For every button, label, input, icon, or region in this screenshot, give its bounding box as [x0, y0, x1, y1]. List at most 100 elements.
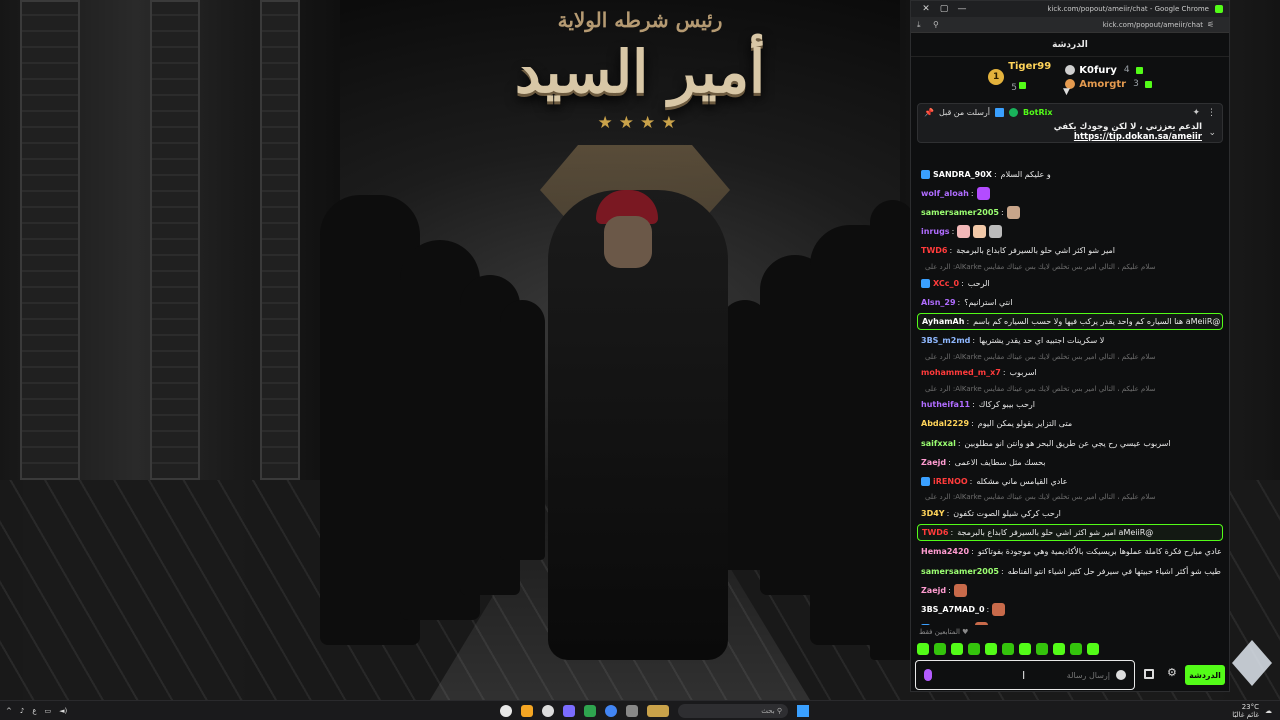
username[interactable]: Zaejd	[921, 586, 946, 595]
username[interactable]: 3D4Y	[921, 509, 945, 518]
emote-icon[interactable]	[951, 643, 963, 655]
username[interactable]: samersamer2005	[921, 208, 999, 217]
username[interactable]: inrugs	[921, 227, 950, 236]
pinned-message[interactable]: 📌 أرسلت من قبل BotRix الدعم يعززني ، لا …	[917, 103, 1223, 143]
chat-message[interactable]: Zaejd:	[917, 581, 1223, 600]
minimize-icon[interactable]: —	[953, 4, 971, 14]
restore-icon[interactable]: ▢	[935, 4, 953, 14]
weather-temp[interactable]: 23°C	[1242, 703, 1259, 711]
username[interactable]: iRENOO	[933, 477, 968, 486]
language-indicator[interactable]: ع	[32, 707, 36, 715]
emote-icon[interactable]	[1053, 643, 1065, 655]
emote-icon[interactable]	[968, 643, 980, 655]
chat-message[interactable]: samersamer2005:	[917, 203, 1223, 222]
leader-third[interactable]: Amorgtr 3	[1065, 79, 1152, 90]
app-icon[interactable]	[521, 704, 533, 717]
address-bar[interactable]: ⤓ ⚲ kick.com/popout/ameiir/chat ⚟	[911, 17, 1229, 33]
play-icon[interactable]	[542, 704, 554, 717]
pinned-link[interactable]: https://tip.dokan.sa/ameiir	[1074, 132, 1202, 142]
chat-message[interactable]: wolf_aloah:	[917, 184, 1223, 203]
download-icon[interactable]: ⤓	[917, 20, 933, 30]
reply-preview[interactable]: سلام عليكم ، التالي امير بس تخلص لايك بس…	[917, 491, 1223, 504]
window-icon[interactable]	[626, 704, 638, 717]
username[interactable]: saifxxal	[921, 439, 956, 448]
battery-icon[interactable]: ▭	[45, 707, 52, 715]
chat-message[interactable]: 3BS_m2md: لا سكرينات اجتبيه اي حد يقدر يش…	[917, 331, 1223, 350]
collapse-icon[interactable]: ▼	[1063, 87, 1070, 97]
username[interactable]: XCc_0	[933, 279, 959, 288]
username[interactable]: Abdal2229	[921, 419, 969, 428]
username[interactable]: TWD6	[922, 528, 949, 537]
chat-message[interactable]: TWD6: @aMeiiR امير شو اكثر اشي حلو بالسير…	[917, 523, 1223, 542]
chat-message[interactable]: CR7557:	[917, 619, 1223, 625]
username[interactable]: wolf_aloah	[921, 189, 969, 198]
wallpaper-app-icon[interactable]	[647, 704, 669, 717]
chrome-icon[interactable]	[605, 704, 617, 717]
weather-icon[interactable]: ☁	[1265, 707, 1272, 715]
reply-preview[interactable]: سلام عليكم ، التالي امير بس تخلص لايك بس…	[917, 382, 1223, 395]
emote-icon[interactable]	[934, 643, 946, 655]
weather-desc[interactable]: غائم غالبًا	[1232, 711, 1259, 719]
username[interactable]: 3BS_m2md	[921, 336, 970, 345]
close-icon[interactable]: ✕	[917, 4, 935, 14]
send-chat-button[interactable]: الدردشة	[1185, 665, 1225, 685]
emote-icon[interactable]	[917, 643, 929, 655]
username[interactable]: Alsn_29	[921, 298, 956, 307]
chat-message[interactable]: Hema2420: عادي مبارح فكرة كاملة عملوها بر…	[917, 542, 1223, 561]
more-options-icon[interactable]: ⋮	[1207, 108, 1216, 118]
window-titlebar[interactable]: ✕ ▢ — kick.com/popout/ameiir/chat - Goog…	[911, 1, 1229, 17]
username[interactable]: hutheifa11	[921, 400, 970, 409]
leader-second[interactable]: K0fury 4	[1065, 65, 1152, 76]
chat-message[interactable]: 3D4Y: ارحب كركي شيلو الصوت تكفون	[917, 504, 1223, 523]
username[interactable]: AyhamAh	[922, 317, 964, 326]
volume-icon[interactable]: ◄)	[59, 707, 67, 715]
address-url[interactable]: kick.com/popout/ameiir/chat	[949, 21, 1207, 29]
emoji-icon[interactable]	[1116, 670, 1126, 680]
username[interactable]: 3BS_A7MAD_0	[921, 605, 985, 614]
chat-input-box[interactable]: I	[915, 660, 1135, 690]
chat-message[interactable]: Alsn_29: انتي استرانيم؟	[917, 293, 1223, 312]
chat-message[interactable]: samersamer2005: امير طيب شو أكثر اشياء حب…	[917, 562, 1223, 581]
windows-start-icon[interactable]	[797, 704, 809, 717]
discord-icon[interactable]	[563, 704, 575, 717]
taskbar-search[interactable]: بحث ⚲	[678, 703, 788, 718]
chat-message[interactable]: inrugs:	[917, 222, 1223, 241]
tune-icon[interactable]: ⚟	[1207, 20, 1223, 29]
terminal-icon[interactable]	[584, 704, 596, 717]
emote-icon[interactable]	[1070, 643, 1082, 655]
username[interactable]: TWD6	[921, 246, 948, 255]
chat-message[interactable]: AyhamAh: @aMeiiR هنا السياره كم واحد يقدر…	[917, 312, 1223, 331]
chevron-down-icon[interactable]: ⌄	[1208, 128, 1216, 138]
chat-message[interactable]: hutheifa11: ارحب بيبو كركاك	[917, 395, 1223, 414]
emote-icon[interactable]	[1019, 643, 1031, 655]
app-icon[interactable]	[500, 704, 512, 717]
chat-input[interactable]	[1040, 670, 1110, 680]
emote-icon[interactable]	[1002, 643, 1014, 655]
microphone-icon[interactable]	[924, 669, 932, 681]
emote-icon[interactable]	[1036, 643, 1048, 655]
username[interactable]: CR7557	[933, 624, 967, 625]
chat-message[interactable]: mohammed_m_x7: اسربوب	[917, 363, 1223, 382]
pin-icon[interactable]: ✦	[1192, 108, 1200, 118]
chat-message[interactable]: XCc_0: الرحب	[917, 273, 1223, 292]
emote-icon[interactable]	[1087, 643, 1099, 655]
search-icon[interactable]: ⚲	[933, 20, 949, 29]
username[interactable]: samersamer2005	[921, 567, 999, 576]
chat-message[interactable]: TWD6: امير شو اكثر اشي حلو بالسيرفر كابدا…	[917, 241, 1223, 260]
chat-message[interactable]: saifxxal: اسربوب عيسي رح يجي عن طريق البح…	[917, 434, 1223, 453]
reply-preview[interactable]: سلام عليكم ، التالي امير بس تخلص لايك بس…	[917, 350, 1223, 363]
username[interactable]: mohammed_m_x7	[921, 368, 1001, 377]
username[interactable]: Zaejd	[921, 458, 946, 467]
microphone-tray-icon[interactable]: ♪	[20, 707, 24, 715]
username[interactable]: SANDRA_90X	[933, 170, 992, 179]
reply-preview[interactable]: سلام عليكم ، التالي امير بس تخلص لايك بس…	[917, 260, 1223, 273]
gift-icon[interactable]	[1144, 669, 1154, 679]
emote-icon[interactable]	[985, 643, 997, 655]
chat-message-list[interactable]: SANDRA_90X: و عليكم السلام wolf_aloah: same…	[911, 165, 1229, 625]
chat-message[interactable]: Abdal2229: متى التزاير بقولو يمكن اليوم	[917, 414, 1223, 433]
chat-message[interactable]: Zaejd: بحسك مثل سطايف الاعمى	[917, 453, 1223, 472]
chat-message[interactable]: 3BS_A7MAD_0:	[917, 600, 1223, 619]
chevron-up-icon[interactable]: ^	[6, 707, 12, 715]
chat-message[interactable]: SANDRA_90X: و عليكم السلام	[917, 165, 1223, 184]
chat-message[interactable]: iRENOO: عادي القيامس ماني مشكله	[917, 472, 1223, 491]
